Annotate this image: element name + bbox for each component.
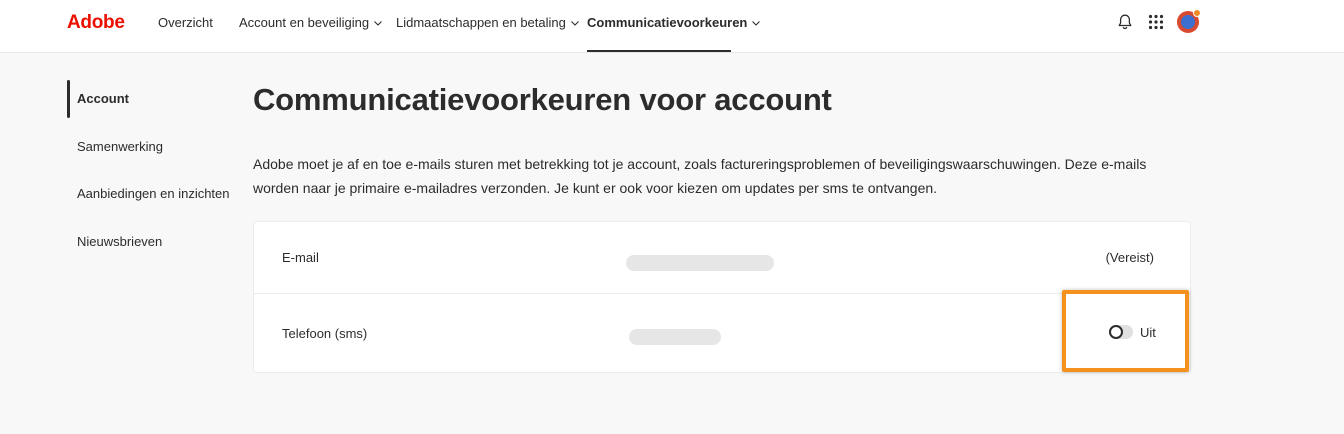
sidebar-item-nieuwsbrieven[interactable]: Nieuwsbrieven — [77, 234, 162, 249]
chevron-down-icon — [570, 20, 579, 26]
sms-toggle-label: Uit — [1140, 325, 1156, 340]
sidebar-active-indicator — [67, 80, 70, 118]
apps-grid-icon[interactable] — [1146, 12, 1166, 32]
nav-account-en-beveiliging[interactable]: Account en beveiliging — [239, 15, 383, 30]
nav-lidmaatschappen-en-betaling[interactable]: Lidmaatschappen en betaling — [396, 15, 580, 30]
top-navigation-bar: Adobe Overzicht Account en beveiliging L… — [0, 0, 1344, 53]
nav-communicatievoorkeuren[interactable]: Communicatievoorkeuren — [587, 15, 761, 30]
notification-dot — [1193, 9, 1201, 17]
chevron-down-icon — [752, 20, 761, 26]
bell-icon[interactable] — [1115, 12, 1135, 32]
sidebar-item-account[interactable]: Account — [77, 91, 129, 106]
phone-row-label: Telefoon (sms) — [282, 326, 368, 341]
nav-label: Account en beveiliging — [239, 15, 370, 30]
sms-toggle-switch[interactable] — [1109, 325, 1133, 339]
sidebar-item-samenwerking[interactable]: Samenwerking — [77, 139, 163, 154]
email-required-label: (Vereist) — [1105, 250, 1154, 265]
nav-label: Lidmaatschappen en betaling — [396, 15, 566, 30]
nav-label: Overzicht — [158, 15, 213, 30]
row-divider — [254, 293, 1190, 294]
chevron-down-icon — [374, 20, 382, 26]
phone-value-redacted — [629, 329, 721, 345]
adobe-logo[interactable]: Adobe — [67, 12, 125, 34]
nav-label: Communicatievoorkeuren — [587, 15, 748, 30]
email-row-label: E-mail — [282, 250, 319, 265]
nav-overzicht[interactable]: Overzicht — [158, 15, 213, 30]
email-value-redacted — [626, 255, 774, 271]
page-description: Adobe moet je af en toe e-mails sturen m… — [253, 156, 1147, 196]
avatar-image — [1181, 15, 1195, 29]
page-title: Communicatievoorkeuren voor account — [253, 82, 832, 117]
sidebar-item-aanbiedingen[interactable]: Aanbiedingen en inzichten — [77, 186, 230, 201]
preferences-card: E-mail (Vereist) Telefoon (sms) Uit — [253, 221, 1191, 373]
active-tab-indicator — [587, 50, 731, 52]
toggle-knob — [1109, 325, 1123, 339]
avatar[interactable] — [1177, 9, 1201, 33]
